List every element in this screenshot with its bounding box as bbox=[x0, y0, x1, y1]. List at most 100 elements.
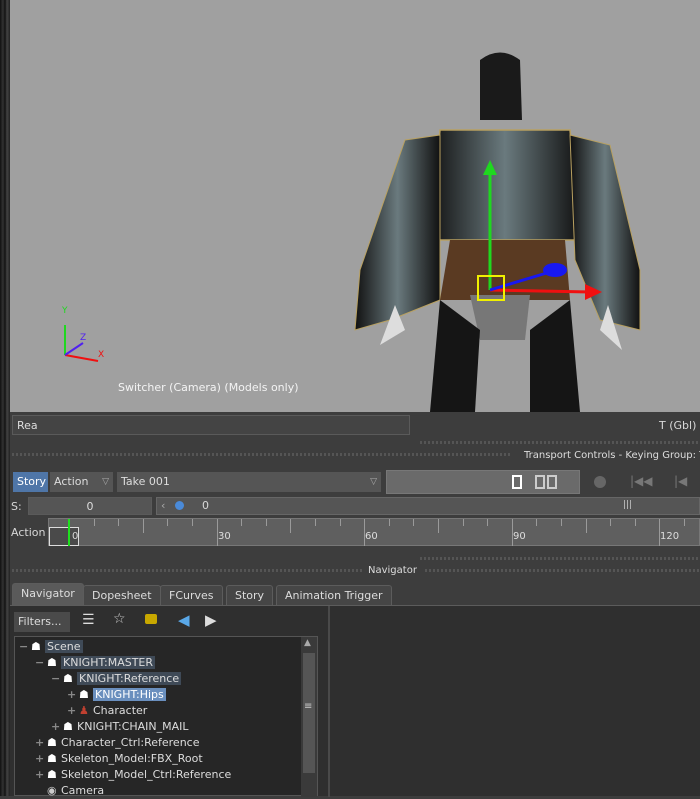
action-track-label: Action bbox=[11, 526, 46, 539]
tick-label: 90 bbox=[513, 531, 526, 542]
timeline-tick bbox=[413, 519, 415, 526]
tab-animation-trigger[interactable]: Animation Trigger bbox=[276, 585, 392, 605]
expand-icon[interactable]: + bbox=[67, 687, 79, 703]
timeline-tick bbox=[634, 519, 636, 526]
tab-fcurves[interactable]: FCurves bbox=[160, 585, 223, 605]
take-dropdown[interactable]: Take 001 ▽ bbox=[117, 472, 381, 492]
timeline-tick bbox=[536, 519, 538, 526]
slider-knob-icon[interactable] bbox=[175, 501, 184, 510]
timeline[interactable]: 0 30 60 90 120 bbox=[48, 518, 700, 546]
chevron-down-icon: ▽ bbox=[370, 477, 377, 487]
current-frame: 0 bbox=[72, 531, 79, 542]
playhead[interactable] bbox=[68, 519, 70, 546]
frame-icon[interactable] bbox=[535, 475, 545, 489]
timeline-tick bbox=[290, 519, 292, 533]
tree-item[interactable]: + ♟ Character bbox=[67, 703, 147, 719]
model-teapot-icon: ☗ bbox=[47, 768, 57, 781]
scroll-up-icon[interactable]: ▲ bbox=[304, 638, 311, 648]
timeline-tick bbox=[265, 519, 267, 526]
transport-display bbox=[386, 470, 580, 494]
scrollbar-thumb[interactable]: ≡ bbox=[303, 653, 315, 773]
model-teapot-icon: ☗ bbox=[47, 656, 57, 669]
tree-item-label: Skeleton_Model_Ctrl:Reference bbox=[61, 768, 232, 781]
tree-item[interactable]: + ☗ Character_Ctrl:Reference bbox=[35, 735, 199, 751]
story-button[interactable]: Story bbox=[13, 472, 48, 492]
tab-navigator[interactable]: Navigator bbox=[12, 583, 84, 605]
timeline-tick bbox=[142, 519, 144, 533]
timeline-tick bbox=[462, 519, 464, 526]
timeline-tick bbox=[585, 519, 587, 533]
timeline-tick bbox=[684, 519, 685, 526]
tree-item-label: KNIGHT:Reference bbox=[77, 672, 182, 685]
divider bbox=[420, 557, 700, 560]
tree-item[interactable]: + ☗ KNIGHT:Hips bbox=[67, 687, 166, 703]
viewport-camera-label: Switcher (Camera) (Models only) bbox=[118, 381, 299, 394]
previous-key-icon[interactable]: |◀ bbox=[674, 474, 687, 488]
tree-item-label: KNIGHT:MASTER bbox=[61, 656, 156, 669]
scrollbar[interactable]: ▲ ≡ bbox=[301, 637, 317, 797]
timeline-tick bbox=[339, 519, 341, 526]
record-icon[interactable] bbox=[594, 476, 606, 488]
divider bbox=[420, 441, 700, 444]
chevron-left-icon[interactable]: ‹ bbox=[161, 499, 165, 512]
action-label: Action bbox=[54, 475, 89, 488]
tree-item[interactable]: − ☗ Scene bbox=[19, 639, 83, 655]
frame-icon[interactable] bbox=[547, 475, 557, 489]
model-teapot-icon: ☗ bbox=[31, 640, 41, 653]
skip-to-start-icon[interactable]: |◀◀ bbox=[630, 474, 653, 488]
expand-icon[interactable]: + bbox=[35, 751, 47, 767]
collapse-icon[interactable]: − bbox=[19, 639, 31, 655]
current-frame-box[interactable]: 0 bbox=[49, 527, 79, 546]
tree-item-label: KNIGHT:Hips bbox=[93, 688, 166, 701]
filters-button[interactable]: Filters... bbox=[14, 612, 70, 632]
tick-label: 60 bbox=[365, 531, 378, 542]
arrow-left-icon[interactable]: ◀ bbox=[178, 611, 190, 629]
time-slider[interactable]: ‹ 0 ||| bbox=[156, 497, 700, 515]
list-view-icon[interactable]: ☰ bbox=[82, 612, 95, 628]
tab-dopesheet[interactable]: Dopesheet bbox=[83, 585, 161, 605]
status-field[interactable]: Rea bbox=[12, 415, 410, 435]
chevron-down-icon: ▽ bbox=[102, 477, 109, 487]
expand-icon[interactable]: + bbox=[67, 703, 79, 719]
tree-item[interactable]: + ☗ Skeleton_Model_Ctrl:Reference bbox=[35, 767, 231, 783]
model-teapot-icon: ☗ bbox=[63, 672, 73, 685]
model-teapot-icon: ☗ bbox=[47, 736, 57, 749]
panel-splitter[interactable] bbox=[328, 606, 330, 797]
expand-icon[interactable]: + bbox=[35, 735, 47, 751]
tick-label: 30 bbox=[218, 531, 231, 542]
tree-item[interactable]: + ☗ Skeleton_Model:FBX_Root bbox=[35, 751, 203, 767]
single-frame-icon[interactable] bbox=[512, 475, 522, 489]
axis-z-label: Z bbox=[80, 333, 87, 343]
3d-viewport[interactable]: Y X Z Switcher (Camera) (Models only) bbox=[10, 0, 700, 412]
arrow-right-icon[interactable]: ▶ bbox=[205, 611, 217, 629]
transform-mode[interactable]: T (Gbl) bbox=[659, 419, 696, 432]
star-select-icon[interactable]: ☆ bbox=[113, 611, 126, 627]
grip-icon: ≡ bbox=[304, 701, 313, 712]
tick-label: 120 bbox=[660, 531, 680, 542]
scene-tree[interactable]: − ☗ Scene − ☗ KNIGHT:MASTER − ☗ KNIGHT:Reference… bbox=[14, 636, 318, 799]
tab-story[interactable]: Story bbox=[226, 585, 274, 605]
timeline-tick bbox=[388, 519, 390, 526]
lock-icon[interactable] bbox=[145, 614, 157, 624]
expand-icon[interactable]: + bbox=[51, 719, 63, 735]
timeline-tick bbox=[192, 519, 193, 526]
tree-item-label: Skeleton_Model:FBX_Root bbox=[61, 752, 203, 765]
expand-icon[interactable]: + bbox=[35, 767, 47, 783]
tree-item[interactable]: + ☗ KNIGHT:CHAIN_MAIL bbox=[51, 719, 189, 735]
tree-item[interactable]: − ☗ KNIGHT:Reference bbox=[51, 671, 182, 687]
s-field[interactable]: 0 bbox=[28, 497, 152, 515]
timeline-tick bbox=[93, 519, 95, 526]
timeline-tick bbox=[167, 519, 169, 526]
transport-header: Transport Controls - Keying Group: TR bbox=[524, 450, 700, 461]
grip-icon[interactable]: ||| bbox=[623, 500, 632, 510]
collapse-icon[interactable]: − bbox=[35, 655, 47, 671]
collapse-icon[interactable]: − bbox=[51, 671, 63, 687]
divider bbox=[425, 569, 700, 572]
tree-item[interactable]: − ☗ KNIGHT:MASTER bbox=[35, 655, 156, 671]
tree-item-label: Character_Ctrl:Reference bbox=[61, 736, 200, 749]
timeline-tick bbox=[561, 519, 562, 526]
tree-item[interactable]: ◉ Camera bbox=[35, 783, 104, 799]
knight-model[interactable] bbox=[10, 0, 700, 412]
divider bbox=[12, 569, 362, 572]
action-dropdown[interactable]: Action ▽ bbox=[50, 472, 113, 492]
